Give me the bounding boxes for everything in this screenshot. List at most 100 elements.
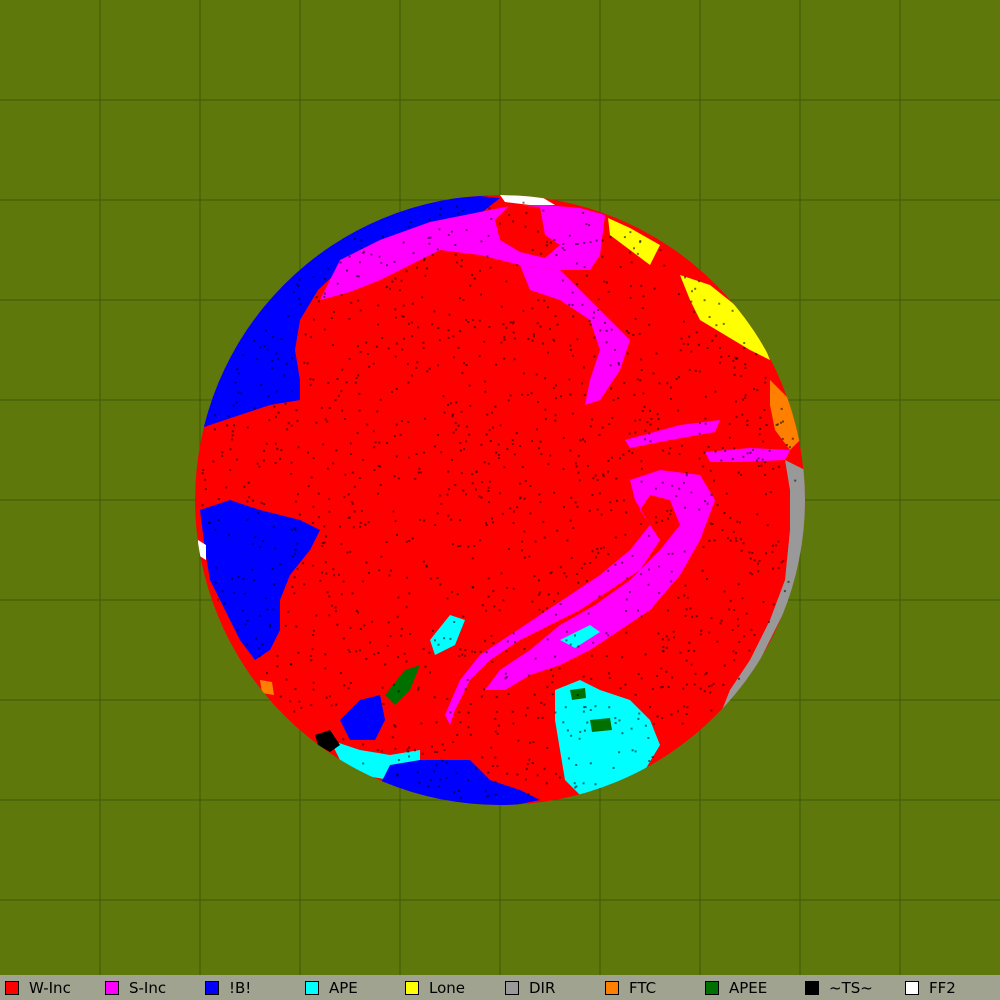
- speckle: [631, 749, 634, 752]
- speckle: [360, 510, 363, 513]
- speckle: [312, 318, 315, 321]
- speckle: [291, 555, 294, 558]
- speckle: [349, 626, 352, 629]
- speckle: [690, 350, 693, 353]
- speckle: [375, 345, 378, 348]
- speckle: [546, 686, 549, 689]
- speckle: [302, 562, 305, 565]
- speckle: [764, 473, 767, 476]
- speckle: [321, 542, 324, 545]
- speckle: [670, 386, 672, 389]
- speckle: [407, 362, 409, 365]
- speckle: [394, 277, 397, 280]
- speckle: [417, 471, 420, 474]
- speckle: [437, 327, 440, 330]
- simulation-map[interactable]: [0, 0, 1000, 975]
- speckle: [521, 540, 524, 543]
- speckle: [609, 364, 612, 367]
- speckle: [436, 751, 439, 753]
- speckle: [447, 488, 450, 491]
- speckle: [389, 635, 392, 638]
- speckle: [300, 706, 303, 709]
- speckle: [586, 721, 589, 724]
- speckle: [729, 599, 732, 602]
- speckle: [464, 654, 467, 657]
- speckle: [473, 326, 476, 329]
- speckle: [467, 711, 470, 714]
- speckle: [336, 282, 339, 285]
- speckle: [500, 341, 503, 344]
- speckle: [415, 366, 418, 369]
- speckle: [721, 529, 724, 532]
- speckle: [590, 418, 593, 421]
- speckle: [625, 610, 627, 612]
- speckle: [713, 479, 715, 482]
- speckle: [589, 562, 592, 564]
- speckle: [592, 641, 595, 644]
- speckle: [503, 336, 506, 339]
- speckle: [714, 450, 717, 453]
- speckle: [255, 637, 258, 640]
- speckle: [570, 496, 573, 499]
- speckle: [462, 299, 465, 301]
- speckle: [546, 306, 549, 309]
- speckle: [357, 345, 359, 348]
- speckle: [407, 750, 410, 753]
- speckle: [581, 382, 584, 385]
- speckle: [234, 381, 237, 384]
- speckle: [485, 609, 487, 612]
- speckle: [221, 590, 224, 593]
- speckle: [423, 519, 426, 522]
- speckle: [387, 347, 390, 350]
- speckle: [299, 302, 302, 305]
- speckle: [511, 710, 514, 713]
- speckle: [629, 231, 632, 234]
- speckle: [475, 470, 478, 473]
- speckle: [438, 228, 441, 231]
- speckle: [416, 361, 419, 364]
- speckle: [565, 639, 568, 642]
- speckle: [475, 767, 477, 770]
- speckle: [214, 581, 217, 584]
- speckle: [641, 307, 644, 310]
- speckle: [542, 520, 545, 523]
- speckle: [757, 457, 760, 460]
- speckle: [563, 572, 566, 575]
- speckle: [484, 390, 487, 393]
- speckle: [648, 323, 651, 326]
- speckle: [469, 703, 472, 705]
- speckle: [277, 411, 280, 414]
- speckle: [708, 316, 711, 318]
- speckle: [293, 592, 296, 595]
- speckle: [309, 378, 312, 381]
- speckle: [580, 567, 583, 570]
- game-map-viewport[interactable]: [0, 0, 1000, 975]
- speckle: [279, 563, 282, 566]
- speckle: [416, 266, 418, 269]
- speckle: [529, 741, 532, 744]
- speckle: [251, 568, 254, 571]
- speckle: [327, 267, 330, 270]
- speckle: [589, 241, 592, 244]
- speckle: [736, 520, 739, 523]
- speckle: [284, 402, 287, 405]
- speckle: [304, 333, 307, 336]
- speckle: [677, 710, 679, 713]
- speckle: [722, 683, 725, 686]
- speckle: [559, 603, 562, 606]
- speckle: [743, 347, 746, 350]
- speckle: [526, 394, 529, 396]
- speckle: [253, 579, 256, 582]
- speckle: [237, 391, 240, 394]
- speckle: [592, 477, 595, 480]
- speckle: [437, 643, 440, 646]
- speckle: [214, 528, 217, 531]
- speckle: [626, 577, 629, 580]
- speckle: [685, 472, 688, 475]
- speckle: [637, 609, 639, 612]
- speckle: [566, 729, 569, 732]
- speckle: [365, 341, 368, 344]
- speckle: [571, 412, 574, 415]
- speckle: [655, 521, 658, 524]
- speckle: [295, 625, 298, 628]
